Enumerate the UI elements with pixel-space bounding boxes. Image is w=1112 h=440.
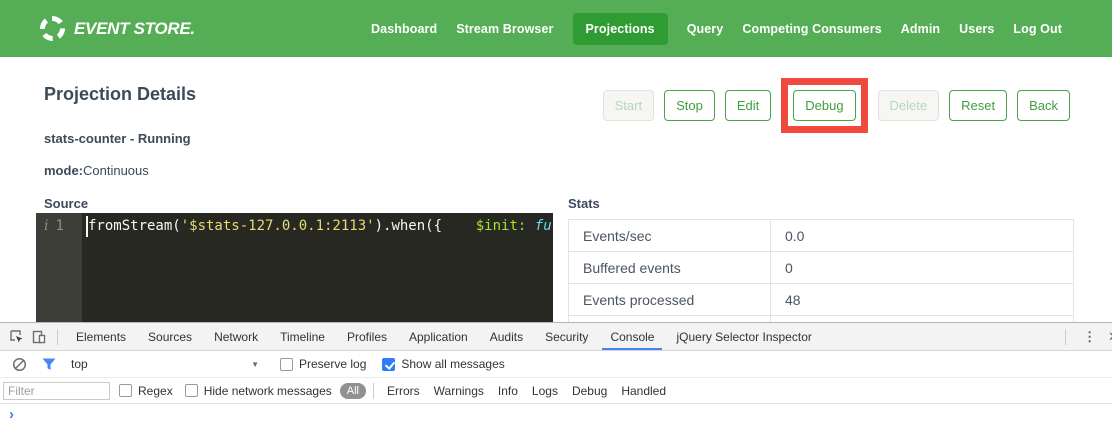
filter-input[interactable] xyxy=(3,382,110,400)
tab-security[interactable]: Security xyxy=(534,323,599,350)
level-info[interactable]: Info xyxy=(498,384,518,398)
tab-timeline[interactable]: Timeline xyxy=(269,323,336,350)
tab-network[interactable]: Network xyxy=(203,323,269,350)
all-levels-badge[interactable]: All xyxy=(340,383,366,399)
brand-name: EVENT STORE. xyxy=(74,19,195,39)
device-toolbar-icon[interactable] xyxy=(28,326,50,348)
projection-mode: mode:Continuous xyxy=(44,163,149,178)
level-debug[interactable]: Debug xyxy=(572,384,607,398)
tab-sources[interactable]: Sources xyxy=(137,323,203,350)
stat-value: 0 xyxy=(771,252,1073,283)
edit-button[interactable]: Edit xyxy=(725,90,771,121)
stats-heading: Stats xyxy=(568,196,600,211)
start-button[interactable]: Start xyxy=(603,90,654,121)
console-toolbar: top ▼ Preserve log Show all messages xyxy=(0,351,1112,378)
code-token: fromStream( xyxy=(88,218,181,234)
top-navbar: EVENT STORE. Dashboard Stream Browser Pr… xyxy=(0,0,1112,57)
nav-item-stream-browser[interactable]: Stream Browser xyxy=(456,22,553,36)
level-errors[interactable]: Errors xyxy=(387,384,420,398)
filter-icon[interactable] xyxy=(38,353,60,375)
projection-details-page: Projection Details Start Stop Edit Debug… xyxy=(0,57,1112,322)
console-filter-bar: Regex Hide network messages All Errors W… xyxy=(0,378,1112,404)
nav-item-users[interactable]: Users xyxy=(959,22,994,36)
stat-value: 0.0 xyxy=(771,220,1073,251)
nav-item-competing-consumers[interactable]: Competing Consumers xyxy=(742,22,881,36)
code-area[interactable]: fromStream('$stats-127.0.0.1:2113').when… xyxy=(82,213,553,322)
execution-context-value: top xyxy=(71,357,88,371)
devtools-panel: Elements Sources Network Timeline Profil… xyxy=(0,322,1112,440)
console-output-area[interactable]: › xyxy=(0,404,1112,440)
stats-table: Events/sec 0.0 Buffered events 0 Events … xyxy=(568,219,1074,322)
devtools-tabbar: Elements Sources Network Timeline Profil… xyxy=(0,323,1112,351)
code-token-init: $init: xyxy=(476,218,527,234)
stat-value: 48 xyxy=(771,284,1073,315)
editor-gutter: i 1 xyxy=(36,213,82,322)
tab-jquery-selector-inspector[interactable]: jQuery Selector Inspector xyxy=(665,323,822,350)
nav-item-query[interactable]: Query xyxy=(687,22,724,36)
divider xyxy=(373,383,374,399)
stat-label: Events/sec xyxy=(569,220,771,251)
tab-profiles[interactable]: Profiles xyxy=(336,323,398,350)
show-all-messages-label: Show all messages xyxy=(401,357,504,371)
debug-button[interactable]: Debug xyxy=(793,90,855,121)
tab-audits[interactable]: Audits xyxy=(479,323,534,350)
event-store-app: EVENT STORE. Dashboard Stream Browser Pr… xyxy=(0,0,1112,440)
regex-label: Regex xyxy=(138,384,173,398)
main-nav: Dashboard Stream Browser Projections Que… xyxy=(371,13,1062,45)
console-prompt-icon[interactable]: › xyxy=(9,406,14,423)
stat-label: Buffered events xyxy=(569,252,771,283)
reset-button[interactable]: Reset xyxy=(949,90,1007,121)
close-icon[interactable]: ✕ xyxy=(1106,329,1112,345)
projection-name-status: stats-counter - Running xyxy=(44,131,191,146)
clear-console-icon[interactable] xyxy=(8,353,30,375)
tab-elements[interactable]: Elements xyxy=(65,323,137,350)
debug-highlight-annotation: Debug xyxy=(781,78,867,133)
code-line-1: fromStream('$stats-127.0.0.1:2113').when… xyxy=(86,216,553,237)
mode-label: mode: xyxy=(44,163,83,178)
mode-value: Continuous xyxy=(83,163,149,178)
code-token-keyword: fu xyxy=(535,218,552,234)
show-all-messages-checkbox[interactable] xyxy=(382,358,395,371)
back-button[interactable]: Back xyxy=(1017,90,1070,121)
code-token: ).when({ xyxy=(375,218,442,234)
annotation-info-icon: i xyxy=(44,216,48,237)
source-code-editor[interactable]: i 1 fromStream('$stats-127.0.0.1:2113').… xyxy=(36,213,553,322)
source-heading: Source xyxy=(44,196,88,211)
tab-application[interactable]: Application xyxy=(398,323,479,350)
code-token xyxy=(526,218,534,234)
code-token-string: '$stats-127.0.0.1:2113' xyxy=(181,218,375,234)
inspect-element-icon[interactable] xyxy=(6,326,28,348)
stat-label: Events processed xyxy=(569,284,771,315)
hide-network-messages-label: Hide network messages xyxy=(204,384,332,398)
page-title: Projection Details xyxy=(44,84,196,105)
preserve-log-label: Preserve log xyxy=(299,357,366,371)
projection-action-buttons: Start Stop Edit Debug Delete Reset Back xyxy=(603,78,1070,133)
tab-console[interactable]: Console xyxy=(599,323,665,350)
nav-item-projections[interactable]: Projections xyxy=(573,13,668,45)
nav-item-dashboard[interactable]: Dashboard xyxy=(371,22,437,36)
stop-button[interactable]: Stop xyxy=(664,90,715,121)
nav-item-admin[interactable]: Admin xyxy=(901,22,940,36)
level-handled[interactable]: Handled xyxy=(621,384,666,398)
execution-context-selector[interactable]: top ▼ xyxy=(71,357,259,371)
table-row: Events/sec 0.0 xyxy=(569,220,1073,252)
level-warnings[interactable]: Warnings xyxy=(434,384,484,398)
divider xyxy=(57,329,58,345)
regex-checkbox[interactable] xyxy=(119,384,132,397)
nav-item-logout[interactable]: Log Out xyxy=(1013,22,1062,36)
code-token xyxy=(442,218,476,234)
divider xyxy=(1065,329,1066,345)
table-row: Buffered events 0 xyxy=(569,252,1073,284)
event-store-logo-icon xyxy=(40,16,65,41)
chevron-down-icon: ▼ xyxy=(251,360,259,369)
table-row: Events processed 48 xyxy=(569,284,1073,316)
brand[interactable]: EVENT STORE. xyxy=(40,16,195,41)
preserve-log-checkbox[interactable] xyxy=(280,358,293,371)
hide-network-messages-checkbox[interactable] xyxy=(185,384,198,397)
delete-button[interactable]: Delete xyxy=(878,90,940,121)
level-logs[interactable]: Logs xyxy=(532,384,558,398)
line-number: 1 xyxy=(55,216,63,237)
devtools-menu-icon[interactable]: ⋮ xyxy=(1073,329,1106,345)
